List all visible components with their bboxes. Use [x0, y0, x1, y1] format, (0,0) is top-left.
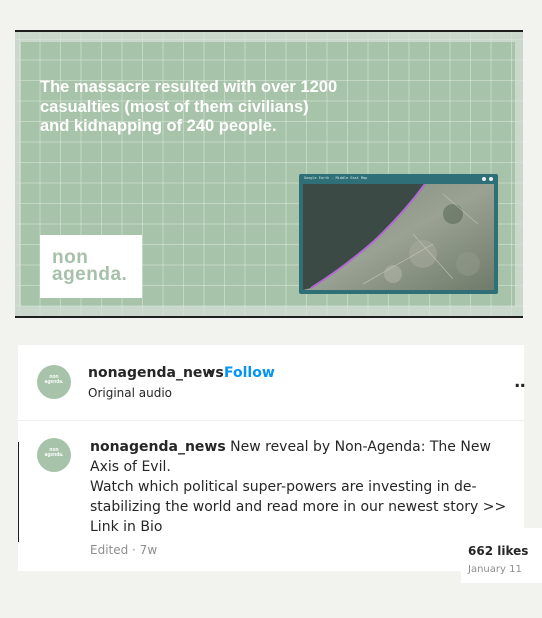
post-username[interactable]: nonagenda_news [88, 365, 224, 381]
avatar-logo-text: non agenda. [44, 374, 64, 385]
satellite-map-image [303, 184, 494, 290]
video-slide: The massacre resulted with over 1200 cas… [15, 32, 523, 316]
post-card: non agenda. nonagenda_news • Follow Orig… [18, 345, 526, 571]
left-edge-line [18, 442, 19, 542]
window-control-icon [482, 177, 486, 181]
likes-count[interactable]: 662 likes [468, 544, 528, 558]
divider [18, 420, 524, 421]
caption-avatar[interactable]: non agenda. [37, 438, 71, 472]
avatar[interactable]: non agenda. [37, 365, 71, 399]
post-caption: nonagenda_news New reveal by Non-Agenda:… [90, 437, 518, 537]
satellite-map-window: Google Earth - Middle East Map [299, 174, 498, 294]
non-agenda-logo: non agenda. [40, 235, 142, 298]
audio-label[interactable]: Original audio [88, 386, 172, 400]
logo-text: non agenda. [52, 247, 128, 285]
video-player[interactable]: The massacre resulted with over 1200 cas… [15, 30, 523, 318]
separator-dot: • [206, 365, 215, 381]
likes-panel: 662 likes January 11 [461, 528, 542, 583]
avatar-logo-text: non agenda. [44, 447, 64, 458]
map-window-title: Google Earth - Middle East Map [304, 176, 368, 180]
post-date: January 11 [468, 564, 522, 575]
window-control-icon [489, 177, 493, 181]
more-options-icon[interactable]: .. [514, 372, 526, 392]
slide-headline: The massacre resulted with over 1200 cas… [40, 78, 338, 135]
edited-timestamp: Edited · 7w [90, 543, 158, 557]
video-bottom-border [15, 316, 523, 318]
caption-username[interactable]: nonagenda_news [90, 439, 226, 455]
follow-button[interactable]: Follow [224, 365, 275, 381]
